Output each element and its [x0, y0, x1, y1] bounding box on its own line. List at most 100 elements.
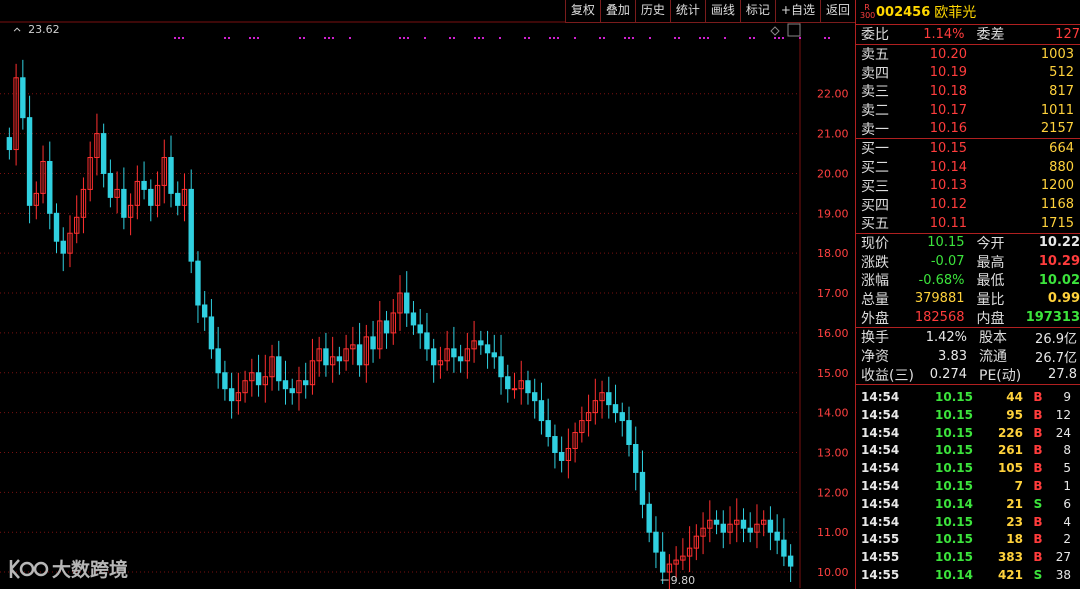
- signal-marker: [674, 37, 676, 39]
- fundamental-label: 股本: [979, 330, 1007, 347]
- candle-down: [417, 324, 423, 334]
- min-price-label: 9.80: [671, 574, 696, 587]
- candle-down: [532, 392, 538, 402]
- weicha-value: 127: [1055, 26, 1080, 42]
- add-watchlist-button[interactable]: +自选: [774, 0, 820, 22]
- bid-label: 买三: [861, 178, 889, 195]
- quote-label: 现价: [861, 235, 889, 252]
- tick-price: 10.15: [935, 425, 973, 440]
- fundamental-value: 0.274: [929, 367, 967, 383]
- quote-label: 今开: [976, 235, 1005, 252]
- ask-volume: 1003: [1040, 46, 1074, 62]
- bid-volume: 1715: [1040, 215, 1074, 231]
- candle-down: [175, 192, 181, 206]
- candle-down: [478, 340, 484, 346]
- bid-volume: 1200: [1040, 178, 1074, 194]
- tick-row: 14:55 10.15 18 B 2: [856, 530, 1080, 548]
- stock-name: 欧菲光: [934, 5, 977, 21]
- tick-price: 10.15: [935, 389, 973, 404]
- statistics-button[interactable]: 统计: [669, 0, 705, 22]
- signal-marker: [749, 37, 751, 39]
- signal-marker: [403, 37, 405, 39]
- ask-book: 卖五 10.20 1003 卖四 10.19 512 卖三 10.18 817 卖二 10.17 10…: [856, 45, 1080, 140]
- signal-marker: [778, 37, 780, 39]
- bid-label: 买五: [861, 216, 889, 233]
- ask-label: 卖四: [861, 65, 889, 82]
- candle-down: [619, 412, 625, 422]
- ask-volume: 817: [1049, 83, 1074, 99]
- bid-row[interactable]: 买一 10.15 664: [856, 139, 1080, 158]
- tick-price: 10.15: [935, 478, 973, 493]
- ask-volume: 2157: [1040, 121, 1074, 137]
- ask-row[interactable]: 卖五 10.20 1003: [856, 45, 1080, 64]
- tick-row: 14:54 10.15 105 B 5: [856, 459, 1080, 477]
- diamond-icon: [770, 26, 780, 36]
- tick-volume: 44: [1006, 389, 1023, 404]
- kuajing-logo-icon: [9, 558, 49, 579]
- bid-row[interactable]: 买五 10.11 1715: [856, 214, 1080, 233]
- candle-down: [767, 519, 774, 533]
- tick-volume: 18: [1006, 532, 1023, 547]
- y-tick-label: 12.00: [817, 486, 849, 499]
- signal-marker: [178, 37, 180, 39]
- signal-marker: [828, 37, 830, 39]
- signal-marker: [628, 37, 630, 39]
- tick-side: B: [1033, 514, 1043, 529]
- quote-label: 总量: [861, 291, 889, 308]
- y-tick-label: 22.00: [817, 88, 849, 101]
- bid-row[interactable]: 买四 10.12 1168: [856, 195, 1080, 214]
- tick-price: 10.14: [935, 567, 973, 582]
- quote-value: 10.29: [1038, 254, 1080, 270]
- tick-time: 14:55: [861, 532, 900, 547]
- ask-row[interactable]: 卖四 10.19 512: [856, 63, 1080, 82]
- mark-button[interactable]: 标记: [739, 0, 775, 22]
- tick-side: B: [1033, 407, 1043, 422]
- signal-marker: [328, 37, 330, 39]
- overlay-button[interactable]: 叠加: [599, 0, 635, 22]
- ask-label: 卖二: [861, 103, 889, 120]
- fundamental-label: 换手: [861, 330, 889, 347]
- tick-count: 2: [1063, 532, 1071, 547]
- fundamental-value: 1.42%: [925, 329, 967, 345]
- history-button[interactable]: 历史: [634, 0, 670, 22]
- fundamental-value: 27.8: [1048, 367, 1077, 383]
- tick-volume: 7: [1014, 478, 1023, 493]
- bid-label: 买一: [861, 141, 889, 158]
- signal-marker: [703, 37, 705, 39]
- ask-price: 10.18: [929, 83, 967, 99]
- candle-down: [606, 392, 612, 406]
- tick-count: 12: [1055, 407, 1071, 422]
- bid-volume: 664: [1049, 140, 1074, 156]
- signal-marker: [782, 37, 784, 39]
- tick-row: 14:54 10.15 95 B 12: [856, 406, 1080, 424]
- ask-row[interactable]: 卖一 10.16 2157: [856, 119, 1080, 138]
- kline-chart[interactable]: 22.00 21.00 20.00 19.00 18.00 17.00 16.00 15.00…: [0, 0, 855, 589]
- draw-line-button[interactable]: 画线: [704, 0, 740, 22]
- bid-row[interactable]: 买二 10.14 880: [856, 158, 1080, 177]
- y-tick-label: 11.00: [817, 526, 849, 539]
- bid-price: 10.12: [929, 197, 967, 213]
- ask-row[interactable]: 卖二 10.17 1011: [856, 101, 1080, 120]
- candle-down: [659, 551, 666, 573]
- bid-row[interactable]: 买三 10.13 1200: [856, 177, 1080, 196]
- bid-volume: 1168: [1040, 197, 1074, 213]
- chinext-badge: R 300: [860, 4, 875, 20]
- restore-rights-button[interactable]: 复权: [564, 0, 600, 22]
- bid-price: 10.13: [929, 178, 967, 194]
- quote-value: 182568: [914, 310, 965, 326]
- back-button[interactable]: 返回: [819, 0, 855, 22]
- signal-marker: [553, 37, 555, 39]
- tick-price: 10.15: [935, 461, 973, 476]
- signal-marker: [632, 37, 634, 39]
- bid-label: 买四: [861, 197, 889, 214]
- fundamental-row: 净资 3.83 流通 26.7亿: [856, 347, 1080, 366]
- quote-label: 量比: [976, 291, 1005, 308]
- ask-row[interactable]: 卖三 10.18 817: [856, 82, 1080, 101]
- tick-row: 14:54 10.15 226 B 24: [856, 424, 1080, 442]
- signal-marker: [624, 37, 626, 39]
- signal-marker: [249, 37, 251, 39]
- candle-down: [430, 348, 437, 366]
- stock-header[interactable]: R 300 002456 欧菲光: [856, 0, 1080, 25]
- tick-count: 9: [1063, 389, 1071, 404]
- quote-value: -0.68%: [918, 272, 965, 288]
